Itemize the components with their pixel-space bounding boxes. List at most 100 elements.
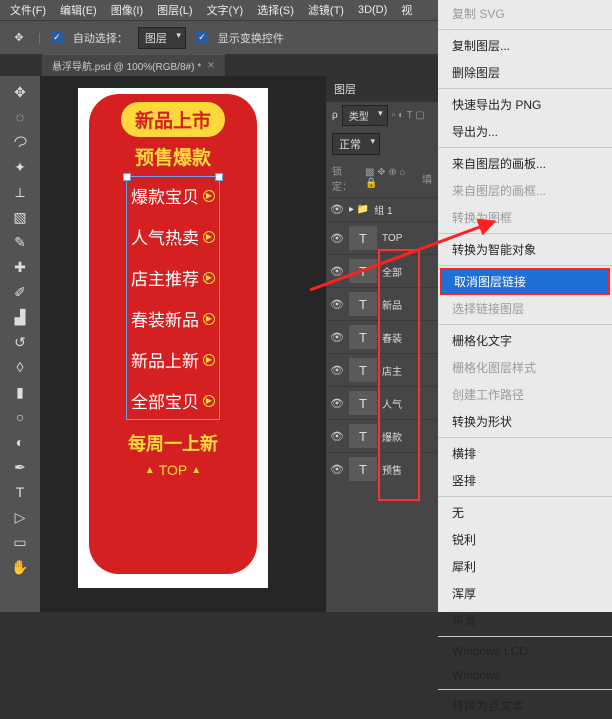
hand-tool-icon[interactable]: ✋ xyxy=(4,555,36,579)
menu-frame-from: 来自图层的画框... xyxy=(438,177,612,204)
kind-filter[interactable]: 类型 xyxy=(342,105,388,126)
menu-delete-layer[interactable]: 删除图层 xyxy=(438,59,612,86)
type-thumb-icon: T xyxy=(349,325,377,349)
document-canvas[interactable]: 新品上市 预售爆款 爆款宝贝▶ 人气热卖▶ 店主推荐▶ 春装新品▶ 新品上新▶ … xyxy=(78,88,268,588)
nav-item: 新品上新▶ xyxy=(131,347,215,372)
wand-tool-icon[interactable]: ✦ xyxy=(4,155,36,179)
blend-mode-select[interactable]: 正常 xyxy=(332,133,380,155)
nav-selection-group[interactable]: 爆款宝贝▶ 人气热卖▶ 店主推荐▶ 春装新品▶ 新品上新▶ 全部宝贝▶ xyxy=(126,176,220,420)
menu-smart-object[interactable]: 转换为智能对象 xyxy=(438,236,612,263)
menu-artboard-from[interactable]: 来自图层的画板... xyxy=(438,150,612,177)
arrow-icon: ▶ xyxy=(203,395,215,407)
layer-filter-row[interactable]: ρ 类型 ▫ ◐ T ▢ xyxy=(326,102,438,129)
move-tool-icon[interactable]: ✥ xyxy=(4,80,36,104)
arrow-icon: ▶ xyxy=(203,231,215,243)
blur-tool-icon[interactable]: ○ xyxy=(4,405,36,429)
layer-row[interactable]: 👁T预售 xyxy=(326,452,438,485)
triangle-up-icon: ▲ xyxy=(145,465,155,476)
layer-row[interactable]: 👁T全部 xyxy=(326,254,438,287)
menu-edit[interactable]: 编辑(E) xyxy=(54,0,103,20)
menu-vertical[interactable]: 竖排 xyxy=(438,467,612,494)
menu-type[interactable]: 文字(Y) xyxy=(201,0,250,20)
menu-3d[interactable]: 3D(D) xyxy=(352,2,393,18)
visibility-icon[interactable]: 👁 xyxy=(330,331,344,344)
type-thumb-icon: T xyxy=(349,292,377,316)
visibility-icon[interactable]: 👁 xyxy=(330,430,344,443)
shape-tool-icon[interactable]: ▭ xyxy=(4,530,36,554)
layer-row[interactable]: 👁T新品 xyxy=(326,287,438,320)
menu-aa-none[interactable]: 无 xyxy=(438,499,612,526)
eraser-tool-icon[interactable]: ◊ xyxy=(4,355,36,379)
menu-aa-win[interactable]: Windows xyxy=(438,663,612,687)
nav-footer: 每周一上新 xyxy=(128,430,218,456)
brush-tool-icon[interactable]: ✐ xyxy=(4,280,36,304)
type-thumb-icon: T xyxy=(349,391,377,415)
document-tab[interactable]: 悬浮导航.psd @ 100%(RGB/8#) * ✕ xyxy=(42,54,225,76)
menu-aa-smooth[interactable]: 平滑 xyxy=(438,607,612,634)
show-transform-label: 显示变换控件 xyxy=(218,30,284,46)
menu-image[interactable]: 图像(I) xyxy=(105,0,149,20)
menu-aa-crisp[interactable]: 犀利 xyxy=(438,553,612,580)
path-tool-icon[interactable]: ▷ xyxy=(4,505,36,529)
arrow-icon: ▶ xyxy=(203,190,215,202)
stamp-tool-icon[interactable]: ▟ xyxy=(4,305,36,329)
visibility-icon[interactable]: 👁 xyxy=(330,463,344,476)
blend-mode-row[interactable]: 正常 xyxy=(326,129,438,159)
menu-aa-strong[interactable]: 浑厚 xyxy=(438,580,612,607)
menu-copy-svg: 复制 SVG xyxy=(438,0,612,27)
menu-export-png[interactable]: 快速导出为 PNG xyxy=(438,91,612,118)
menu-filter[interactable]: 滤镜(T) xyxy=(302,0,350,20)
menu-to-frame: 转换为图框 xyxy=(438,204,612,231)
menu-layer[interactable]: 图层(L) xyxy=(151,0,198,20)
visibility-icon[interactable]: 👁 xyxy=(330,364,344,377)
layer-row[interactable]: 👁T春装 xyxy=(326,320,438,353)
pen-tool-icon[interactable]: ✒ xyxy=(4,455,36,479)
nav-item: 店主推荐▶ xyxy=(131,265,215,290)
layer-row[interactable]: 👁TTOP xyxy=(326,221,438,254)
menu-unlink-layers[interactable]: 取消图层链接 xyxy=(440,268,610,295)
history-tool-icon[interactable]: ↺ xyxy=(4,330,36,354)
layer-row[interactable]: 👁T店主 xyxy=(326,353,438,386)
menu-to-point-text[interactable]: 转换为点文本 xyxy=(438,692,612,719)
menu-work-path: 创建工作路径 xyxy=(438,381,612,408)
menu-export-as[interactable]: 导出为... xyxy=(438,118,612,145)
auto-select-target[interactable]: 图层 xyxy=(138,27,186,49)
dodge-tool-icon[interactable]: ◐ xyxy=(4,430,36,454)
nav-artwork: 新品上市 预售爆款 爆款宝贝▶ 人气热卖▶ 店主推荐▶ 春装新品▶ 新品上新▶ … xyxy=(89,94,257,574)
arrow-icon: ▶ xyxy=(203,313,215,325)
gradient-tool-icon[interactable]: ▮ xyxy=(4,380,36,404)
heal-tool-icon[interactable]: ✚ xyxy=(4,255,36,279)
type-tool-icon[interactable]: T xyxy=(4,480,36,504)
marquee-tool-icon[interactable]: ◌ xyxy=(4,105,36,129)
menu-rasterize-text[interactable]: 栅格化文字 xyxy=(438,327,612,354)
menu-file[interactable]: 文件(F) xyxy=(4,0,52,20)
menu-horizontal[interactable]: 横排 xyxy=(438,440,612,467)
menu-aa-lcd[interactable]: Windows LCD xyxy=(438,639,612,663)
layers-panel: 图层 ρ 类型 ▫ ◐ T ▢ 正常 锁定：▩ ✥ ⊕ ⌂ 🔒 填 👁 ▸ 📁 … xyxy=(326,76,438,612)
layer-group[interactable]: 👁 ▸ 📁 组 1 xyxy=(326,197,438,221)
divider: | xyxy=(38,32,41,44)
lasso-tool-icon[interactable] xyxy=(4,130,36,154)
menu-aa-sharp[interactable]: 锐利 xyxy=(438,526,612,553)
auto-select-checkbox[interactable]: ✓ xyxy=(51,32,63,44)
nav-subheader: 预售爆款 xyxy=(135,143,211,170)
close-icon[interactable]: ✕ xyxy=(207,60,215,71)
frame-tool-icon[interactable]: ▧ xyxy=(4,205,36,229)
visibility-icon[interactable]: 👁 xyxy=(330,397,344,410)
layer-row[interactable]: 👁T爆款 xyxy=(326,419,438,452)
menu-view[interactable]: 视 xyxy=(395,0,418,20)
crop-tool-icon[interactable]: ⟂ xyxy=(4,180,36,204)
menu-to-shape[interactable]: 转换为形状 xyxy=(438,408,612,435)
move-tool-icon: ✥ xyxy=(10,29,28,47)
visibility-icon[interactable]: 👁 xyxy=(330,232,344,245)
visibility-icon[interactable]: 👁 xyxy=(330,203,344,216)
menu-select[interactable]: 选择(S) xyxy=(251,0,300,20)
visibility-icon[interactable]: 👁 xyxy=(330,298,344,311)
visibility-icon[interactable]: 👁 xyxy=(330,265,344,278)
context-menu: 复制 SVG 复制图层... 删除图层 快速导出为 PNG 导出为... 来自图… xyxy=(438,0,612,612)
eyedrop-tool-icon[interactable]: ✎ xyxy=(4,230,36,254)
layer-row[interactable]: 👁T人气 xyxy=(326,386,438,419)
nav-item: 全部宝贝▶ xyxy=(131,388,215,413)
menu-duplicate-layer[interactable]: 复制图层... xyxy=(438,32,612,59)
show-transform-checkbox[interactable]: ✓ xyxy=(196,32,208,44)
